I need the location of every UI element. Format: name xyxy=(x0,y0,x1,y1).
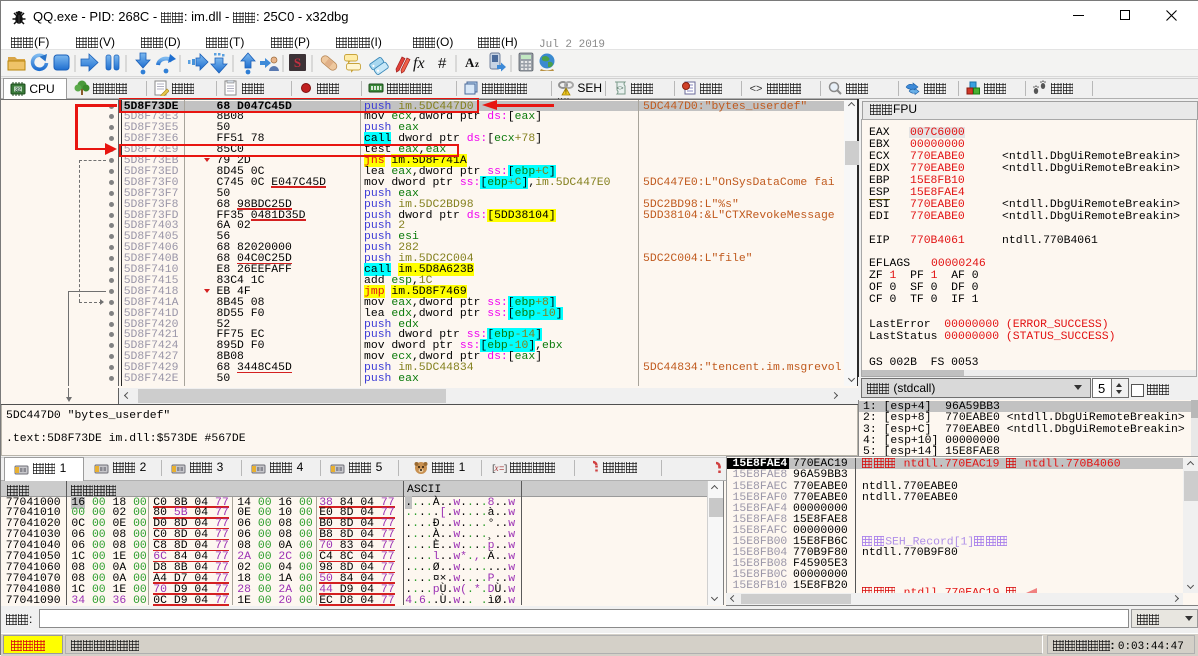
svg-text:]: ] xyxy=(503,464,507,474)
svg-text:<>: <> xyxy=(616,86,624,92)
svg-text:x: x xyxy=(494,463,499,473)
svg-text:fx: fx xyxy=(413,55,425,72)
svg-text:z: z xyxy=(475,59,479,69)
svg-text:32: 32 xyxy=(15,88,21,94)
svg-text:#: # xyxy=(438,55,447,72)
svg-text:S: S xyxy=(294,55,301,70)
svg-text:A: A xyxy=(465,55,475,70)
svg-text:<>: <> xyxy=(750,83,763,95)
